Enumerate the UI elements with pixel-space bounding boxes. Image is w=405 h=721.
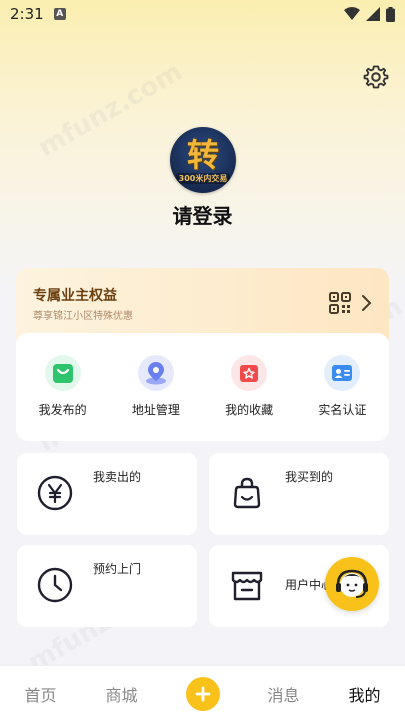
sold-items-label: 我卖出的: [93, 470, 142, 484]
quick-action-address[interactable]: 地址管理: [109, 355, 202, 441]
quick-action-label: 我的收藏: [225, 403, 274, 417]
shopping-bag-outline-icon: [233, 477, 261, 509]
tab-mall[interactable]: 商城: [81, 682, 162, 706]
shopping-bag-icon: [44, 355, 81, 391]
bought-items-label: 我买到的: [285, 470, 334, 484]
location-pin-icon: [137, 355, 174, 391]
appointment-card[interactable]: 预约上门: [17, 545, 197, 627]
wifi-icon: [344, 7, 360, 20]
login-prompt[interactable]: 请登录: [0, 200, 405, 229]
quick-action-label: 我发布的: [38, 403, 87, 417]
headset-agent-icon: [336, 569, 368, 598]
battery-icon: [386, 6, 395, 22]
owner-benefits-title: 专属业主权益: [33, 288, 117, 304]
avatar[interactable]: 转 300米内交易: [170, 127, 236, 193]
customer-service-button[interactable]: [325, 557, 379, 611]
tab-messages[interactable]: 消息: [243, 682, 324, 706]
signal-icon: [366, 7, 380, 21]
sold-items-card[interactable]: 我卖出的: [17, 453, 197, 535]
settings-gear-icon[interactable]: [363, 64, 389, 90]
quick-action-label: 地址管理: [131, 403, 180, 417]
tab-home[interactable]: 首页: [0, 682, 81, 706]
avatar-logo-char: 转: [186, 135, 219, 174]
notification-icon: A: [53, 8, 66, 20]
appointment-label: 预约上门: [93, 562, 142, 576]
bottom-tab-bar: 首页 商城 消息 我的: [0, 665, 405, 721]
owner-benefits-subtitle: 尊享锦江小区特殊优惠: [33, 311, 133, 322]
chevron-right-icon: [362, 295, 372, 311]
quick-action-favorites[interactable]: 我的收藏: [203, 355, 296, 441]
quick-action-label: 实名认证: [318, 403, 367, 417]
plus-icon: [185, 676, 220, 711]
status-bar: 2:31 A: [0, 0, 405, 28]
id-card-icon: [324, 355, 361, 391]
tab-publish[interactable]: [162, 676, 243, 711]
qr-code-icon: [329, 292, 351, 314]
quick-action-verification[interactable]: 实名认证: [296, 355, 389, 441]
yen-circle-icon: [37, 475, 73, 511]
status-time: 2:31: [10, 5, 44, 23]
store-icon: [231, 571, 263, 601]
star-box-icon: [231, 355, 268, 391]
tab-mine[interactable]: 我的: [324, 682, 405, 706]
bought-items-card[interactable]: 我买到的: [209, 453, 389, 535]
quick-action-my-posts[interactable]: 我发布的: [16, 355, 109, 441]
quick-actions-card: 我发布的 地址管理 我的收藏 实名认证: [16, 333, 389, 441]
clock-icon: [37, 567, 73, 603]
avatar-logo-subtitle: 300米内交易: [175, 172, 231, 184]
